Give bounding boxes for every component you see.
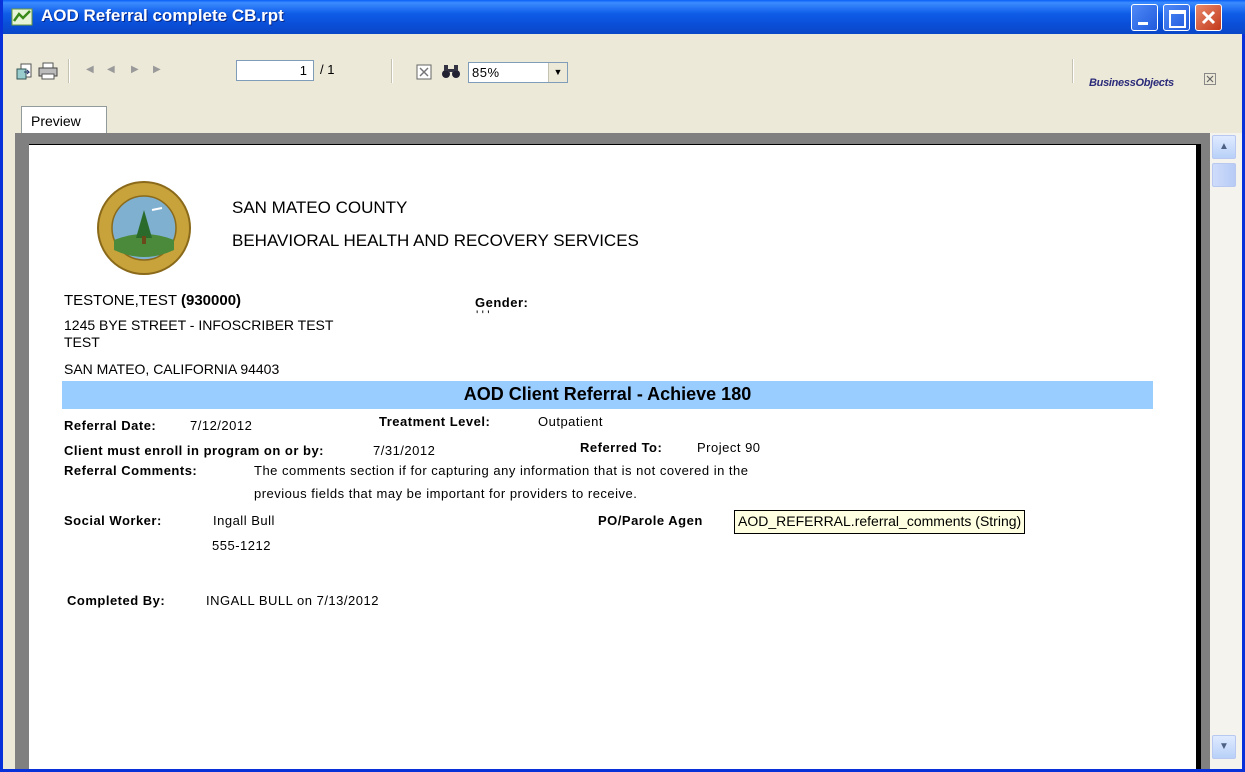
address-line3: SAN MATEO, CALIFORNIA 94403 [64,361,280,377]
client-name: TESTONE,TEST [64,292,177,309]
po-parole-agent-label: PO/Parole Agen [598,513,703,528]
referral-comments-line2[interactable]: previous fields that may be important fo… [254,486,637,501]
treatment-level-label: Treatment Level: [379,414,491,429]
referral-date-value: 7/12/2012 [190,418,253,433]
county-seal-logo [97,181,191,275]
social-worker-value: Ingall Bull [213,513,275,528]
field-tooltip: AOD_REFERRAL.referral_comments (String) [734,510,1026,534]
treatment-level-value: Outpatient [538,414,603,429]
referral-comments-line1[interactable]: The comments section if for capturing an… [254,463,749,478]
referred-to-value: Project 90 [697,440,761,455]
referral-comments-label: Referral Comments: [64,463,198,478]
enroll-by-value: 7/31/2012 [373,443,436,458]
org-name-line1: SAN MATEO COUNTY [232,198,408,217]
enroll-by-label: Client must enroll in program on or by: [64,443,325,458]
address-line1: 1245 BYE STREET - INFOSCRIBER TEST [64,317,334,333]
org-name-line2: BEHAVIORAL HEALTH AND RECOVERY SERVICES [232,231,639,250]
client-id: (930000) [180,292,242,309]
social-worker-label: Social Worker: [64,513,162,528]
completed-by-value: INGALL BULL on 7/13/2012 [206,593,379,608]
report-content: SAN MATEO COUNTY BEHAVIORAL HEALTH AND R… [0,0,1240,772]
completed-by-label: Completed By: [67,593,166,608]
referred-to-label: Referred To: [580,440,663,455]
gender-value: ' ' ' [476,308,490,322]
address-line2: TEST [64,334,100,350]
social-worker-phone: 555-1212 [212,538,271,553]
referral-date-label: Referral Date: [64,418,157,433]
client-name-line: TESTONE,TEST (930000) [64,292,241,309]
report-title: AOD Client Referral - Achieve 180 [463,384,752,404]
report-title-banner: AOD Client Referral - Achieve 180 [62,381,1153,409]
